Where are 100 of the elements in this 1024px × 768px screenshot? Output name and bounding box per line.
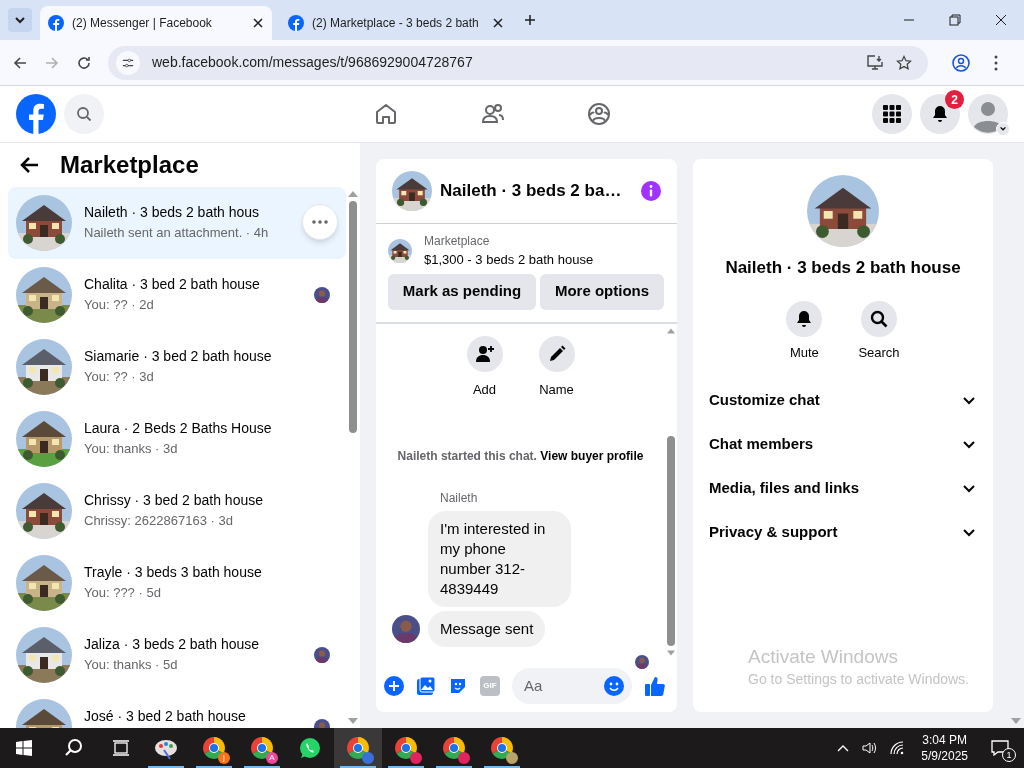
- home-icon[interactable]: [374, 102, 398, 126]
- reload-icon[interactable]: [76, 54, 92, 71]
- browser-icon: [250, 736, 274, 760]
- running-indicator: [340, 766, 376, 768]
- sender-name: Naileth: [440, 490, 479, 507]
- clock-date[interactable]: 5/9/2025: [921, 748, 968, 764]
- rename-button[interactable]: [538, 335, 575, 372]
- browser-icon: [346, 736, 370, 760]
- site-settings-icon[interactable]: [116, 50, 140, 75]
- conversation-item[interactable]: Trayle · 3 beds 3 bath house You: ??? · 5d: [8, 547, 346, 619]
- message-field[interactable]: Aa: [512, 668, 632, 704]
- sidebar-title: Marketplace: [60, 150, 199, 180]
- conversation-preview: Naileth sent an attachment. · 4h: [84, 224, 270, 242]
- emoji-icon[interactable]: [604, 676, 624, 696]
- thumbs-up-icon[interactable]: [644, 675, 666, 697]
- notification-center-icon[interactable]: [991, 740, 1009, 756]
- close-icon[interactable]: [252, 17, 264, 29]
- profile-icon[interactable]: [952, 53, 970, 72]
- scrollbar-thumb[interactable]: [349, 201, 357, 433]
- message-input[interactable]: Aa: [524, 674, 604, 698]
- view-profile-link[interactable]: View buyer profile: [540, 449, 644, 463]
- notification-badge: 2: [945, 90, 964, 109]
- running-indicator: [244, 766, 280, 768]
- browser-tab[interactable]: (2) Messenger | Facebook: [40, 6, 272, 40]
- conversation-item[interactable]: Chrissy · 3 bed 2 bath house Chrissy: 2622867163 · 3d: [8, 475, 346, 547]
- back-arrow-icon[interactable]: [20, 155, 40, 175]
- message-bubble: Message sent: [428, 611, 546, 647]
- speaker-icon[interactable]: [861, 740, 878, 756]
- scroll-down-icon[interactable]: [348, 718, 358, 724]
- browser-tab[interactable]: (2) Marketplace - 3 beds 2 bath: [280, 6, 512, 40]
- scroll-up-icon[interactable]: [348, 191, 358, 197]
- star-icon[interactable]: [896, 54, 912, 71]
- taskbar-app[interactable]: A: [238, 728, 286, 768]
- facebook-icon: [48, 15, 64, 31]
- scroll-up-icon[interactable]: [667, 327, 675, 334]
- conversation-preview: You: thanks · 3d: [84, 440, 179, 458]
- conversation-item[interactable]: Jaliza · 3 beds 2 bath house You: thanks · 5d: [8, 619, 346, 691]
- listing-label: Marketplace: [424, 233, 491, 250]
- new-tab-icon[interactable]: [524, 14, 536, 26]
- scrollbar-thumb[interactable]: [667, 436, 675, 646]
- menu-button[interactable]: [872, 94, 912, 134]
- task-view-icon[interactable]: [112, 740, 130, 756]
- facebook-logo[interactable]: [16, 94, 56, 134]
- image-icon[interactable]: [416, 676, 436, 696]
- conversation-item[interactable]: Laura · 2 Beds 2 Baths House You: thanks · 3d: [8, 403, 346, 475]
- notifications-button[interactable]: [920, 94, 960, 134]
- details-section[interactable]: Privacy & support: [701, 510, 985, 554]
- activation-text: Go to Settings to activate Windows.: [748, 670, 969, 689]
- running-indicator: [388, 766, 424, 768]
- running-indicator: [196, 766, 232, 768]
- mute-button[interactable]: [786, 300, 823, 337]
- plus-icon[interactable]: [384, 676, 404, 696]
- friends-icon[interactable]: [481, 102, 505, 126]
- profile-badge: j: [218, 752, 230, 764]
- account-chevron-icon[interactable]: [996, 122, 1010, 136]
- details-section[interactable]: Customize chat: [701, 378, 985, 422]
- conversation-item[interactable]: Chalita · 3 bed 2 bath house You: ?? · 2d: [8, 259, 346, 331]
- install-app-icon[interactable]: [866, 54, 884, 71]
- action-label: Search: [858, 343, 900, 362]
- close-icon[interactable]: [995, 14, 1007, 26]
- close-icon[interactable]: [492, 17, 504, 29]
- search-button[interactable]: [861, 300, 897, 337]
- scroll-down-icon[interactable]: [667, 650, 675, 656]
- address-field[interactable]: web.facebook.com/messages/t/9686929004728767: [108, 45, 928, 80]
- section-label: Chat members: [709, 433, 814, 454]
- add-person-button[interactable]: [466, 335, 503, 372]
- wifi-icon[interactable]: [889, 740, 906, 756]
- listing-action-button[interactable]: More options: [540, 273, 664, 310]
- notification-count: 1: [1002, 748, 1016, 762]
- groups-icon[interactable]: [587, 102, 611, 126]
- add-person-icon: [474, 343, 495, 364]
- windows-logo-icon[interactable]: [16, 740, 32, 756]
- browser-icon: [202, 736, 226, 760]
- action-label: Mute: [789, 343, 819, 362]
- details-section[interactable]: Media, files and links: [701, 466, 985, 510]
- chat-bubble-icon: [298, 736, 322, 760]
- running-indicator: [148, 766, 184, 768]
- conversation-title: Siamarie · 3 bed 2 bath house: [84, 347, 273, 366]
- restore-icon[interactable]: [949, 14, 961, 26]
- search-icon[interactable]: [64, 738, 84, 758]
- running-indicator: [484, 766, 520, 768]
- menu-icon[interactable]: [994, 54, 998, 71]
- clock-time[interactable]: 3:04 PM: [922, 732, 967, 748]
- listing-action-button[interactable]: Mark as pending: [388, 273, 536, 310]
- details-section[interactable]: Chat members: [701, 422, 985, 466]
- sticker-icon[interactable]: [448, 676, 468, 696]
- profile-badge: A: [266, 752, 278, 764]
- avatar-icon[interactable]: [968, 94, 1008, 134]
- details-title: Naileth · 3 beds 2 bath house: [725, 257, 961, 279]
- tab-list-button[interactable]: [8, 8, 32, 32]
- activation-title: Activate Windows: [748, 645, 899, 669]
- back-icon[interactable]: [12, 54, 28, 71]
- conversation-item[interactable]: Siamarie · 3 bed 2 bath house You: ?? · 3d: [8, 331, 346, 403]
- tab-title: (2) Messenger | Facebook: [72, 15, 213, 32]
- quick-action-label: Add: [472, 380, 497, 399]
- chevron-up-icon[interactable]: [837, 744, 850, 752]
- conversation-item[interactable]: Naileth · 3 beds 2 bath hous Naileth sent an attachment. · 4h: [8, 187, 346, 259]
- info-icon[interactable]: [641, 181, 661, 201]
- taskbar-app[interactable]: [334, 728, 382, 768]
- browser-icon: [394, 736, 418, 760]
